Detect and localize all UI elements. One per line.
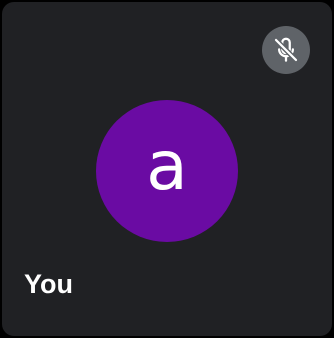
avatar: a xyxy=(96,100,238,242)
participant-tile: a You xyxy=(2,2,332,336)
avatar-initial: a xyxy=(146,127,188,206)
mic-off-icon xyxy=(273,37,299,63)
mic-muted-button[interactable] xyxy=(262,26,310,74)
participant-name: You xyxy=(24,269,73,299)
